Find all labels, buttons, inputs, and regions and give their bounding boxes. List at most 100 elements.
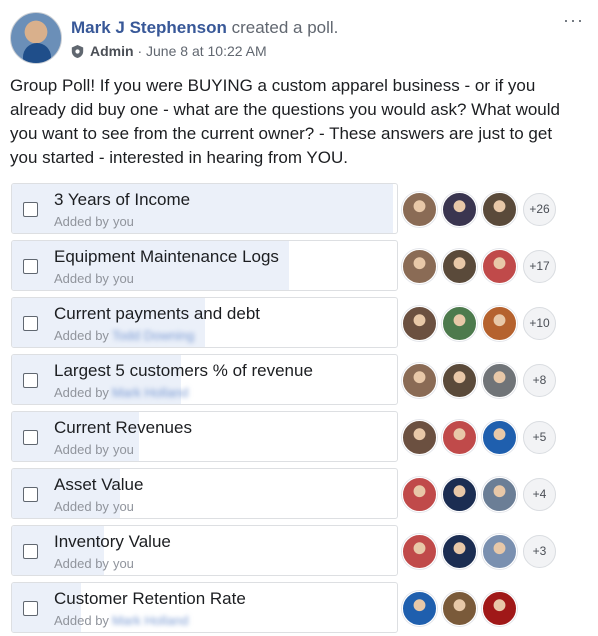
voter-avatar[interactable] xyxy=(442,362,477,398)
poll-option[interactable]: Equipment Maintenance Logs Added by you +17 xyxy=(11,240,597,292)
poll-option-box[interactable]: Current payments and debt Added by Todd Do… xyxy=(11,297,398,348)
poll-option-label: 3 Years of Income xyxy=(54,190,191,209)
author-name[interactable]: Mark J Stephenson xyxy=(71,18,227,37)
voter-avatar[interactable] xyxy=(442,305,477,341)
added-by-text: Added by Todd Downing xyxy=(54,328,194,343)
voter-avatars: +10 xyxy=(402,305,556,341)
voter-avatar[interactable] xyxy=(402,533,437,569)
voter-avatars: +5 xyxy=(402,419,556,455)
voter-avatar[interactable] xyxy=(482,419,517,455)
added-by-prefix: Added by xyxy=(54,385,109,400)
vote-checkbox[interactable] xyxy=(23,373,38,388)
voter-avatars xyxy=(402,590,522,626)
added-by-text: Added by you xyxy=(54,499,134,514)
added-by-name: you xyxy=(112,214,134,229)
added-by-text: Added by Mark Holland xyxy=(54,613,189,628)
vote-checkbox[interactable] xyxy=(23,202,38,217)
poll-option-label: Equipment Maintenance Logs xyxy=(54,247,279,266)
vote-checkbox[interactable] xyxy=(23,487,38,502)
admin-badge: Admin xyxy=(90,43,134,59)
added-by-text: Added by you xyxy=(54,214,134,229)
more-voters-count[interactable]: +17 xyxy=(523,249,556,283)
added-by-text: Added by you xyxy=(54,556,134,571)
voter-avatar[interactable] xyxy=(482,476,517,512)
vote-checkbox[interactable] xyxy=(23,316,38,331)
added-by-prefix: Added by xyxy=(54,442,109,457)
voter-avatars: +8 xyxy=(402,362,556,398)
added-by-name[interactable]: Mark Holland xyxy=(112,385,189,400)
voter-avatar[interactable] xyxy=(402,590,437,626)
poll-option-label: Largest 5 customers % of revenue xyxy=(54,361,313,380)
voter-avatar[interactable] xyxy=(442,419,477,455)
added-by-prefix: Added by xyxy=(54,499,109,514)
added-by-text: Added by you xyxy=(54,271,134,286)
poll-option-box[interactable]: Customer Retention Rate Added by Mark Holl… xyxy=(11,582,398,633)
voter-avatars: +4 xyxy=(402,476,556,512)
admin-shield-icon xyxy=(71,44,84,58)
author-line: Mark J Stephenson created a poll. xyxy=(71,18,338,38)
voter-avatar[interactable] xyxy=(402,248,437,284)
voter-avatar[interactable] xyxy=(482,362,517,398)
poll-options: 3 Years of Income Added by you +26 Equipment… xyxy=(11,183,597,636)
vote-checkbox[interactable] xyxy=(23,601,38,616)
added-by-prefix: Added by xyxy=(54,271,109,286)
poll-option-label: Asset Value xyxy=(54,475,144,494)
voter-avatar[interactable] xyxy=(482,191,517,227)
voter-avatars: +3 xyxy=(402,533,556,569)
meta-separator: · xyxy=(133,43,147,59)
poll-option[interactable]: 3 Years of Income Added by you +26 xyxy=(11,183,597,235)
voter-avatar[interactable] xyxy=(402,476,437,512)
voter-avatar[interactable] xyxy=(402,419,437,455)
poll-option[interactable]: Inventory Value Added by you +3 xyxy=(11,525,597,577)
vote-checkbox[interactable] xyxy=(23,259,38,274)
more-voters-count[interactable]: +26 xyxy=(523,192,556,226)
post-timestamp[interactable]: June 8 at 10:22 AM xyxy=(146,43,267,59)
poll-option-label: Current payments and debt xyxy=(54,304,261,323)
voter-avatar[interactable] xyxy=(482,533,517,569)
voter-avatar[interactable] xyxy=(442,476,477,512)
poll-option-box[interactable]: 3 Years of Income Added by you xyxy=(11,183,398,234)
voter-avatar[interactable] xyxy=(482,590,517,626)
voter-avatar[interactable] xyxy=(442,248,477,284)
poll-option-box[interactable]: Inventory Value Added by you xyxy=(11,525,398,576)
voter-avatar[interactable] xyxy=(482,305,517,341)
added-by-text: Added by Mark Holland xyxy=(54,385,189,400)
voter-avatar[interactable] xyxy=(482,248,517,284)
more-voters-count[interactable]: +10 xyxy=(523,306,556,340)
more-voters-count[interactable]: +5 xyxy=(523,420,556,454)
poll-option-box[interactable]: Current Revenues Added by you xyxy=(11,411,398,462)
more-voters-count[interactable]: +4 xyxy=(523,477,556,511)
added-by-name: you xyxy=(112,556,134,571)
poll-option-box[interactable]: Equipment Maintenance Logs Added by you xyxy=(11,240,398,291)
added-by-prefix: Added by xyxy=(54,214,109,229)
added-by-name: you xyxy=(112,442,134,457)
added-by-prefix: Added by xyxy=(54,328,109,343)
voter-avatars: +17 xyxy=(402,248,556,284)
poll-option[interactable]: Current Revenues Added by you +5 xyxy=(11,411,597,463)
voter-avatar[interactable] xyxy=(402,305,437,341)
added-by-prefix: Added by xyxy=(54,556,109,571)
voter-avatar[interactable] xyxy=(442,590,477,626)
author-avatar[interactable] xyxy=(10,12,62,64)
voter-avatar[interactable] xyxy=(442,533,477,569)
post-meta: Admin · June 8 at 10:22 AM xyxy=(71,43,267,59)
more-voters-count[interactable]: +8 xyxy=(523,363,556,397)
added-by-name: you xyxy=(112,499,134,514)
poll-option-box[interactable]: Asset Value Added by you xyxy=(11,468,398,519)
voter-avatars: +26 xyxy=(402,191,556,227)
vote-checkbox[interactable] xyxy=(23,544,38,559)
voter-avatar[interactable] xyxy=(402,191,437,227)
poll-option[interactable]: Current payments and debt Added by Todd Do… xyxy=(11,297,597,349)
post-text: Group Poll! If you were BUYING a custom … xyxy=(10,76,560,167)
vote-checkbox[interactable] xyxy=(23,430,38,445)
poll-option[interactable]: Largest 5 customers % of revenue Added by… xyxy=(11,354,597,406)
poll-option[interactable]: Customer Retention Rate Added by Mark Holl… xyxy=(11,582,597,634)
added-by-name[interactable]: Mark Holland xyxy=(112,613,189,628)
poll-option[interactable]: Asset Value Added by you +4 xyxy=(11,468,597,520)
added-by-name[interactable]: Todd Downing xyxy=(112,328,194,343)
more-options-icon[interactable]: ··· xyxy=(563,10,584,31)
poll-option-box[interactable]: Largest 5 customers % of revenue Added by… xyxy=(11,354,398,405)
more-voters-count[interactable]: +3 xyxy=(523,534,556,568)
voter-avatar[interactable] xyxy=(402,362,437,398)
voter-avatar[interactable] xyxy=(442,191,477,227)
